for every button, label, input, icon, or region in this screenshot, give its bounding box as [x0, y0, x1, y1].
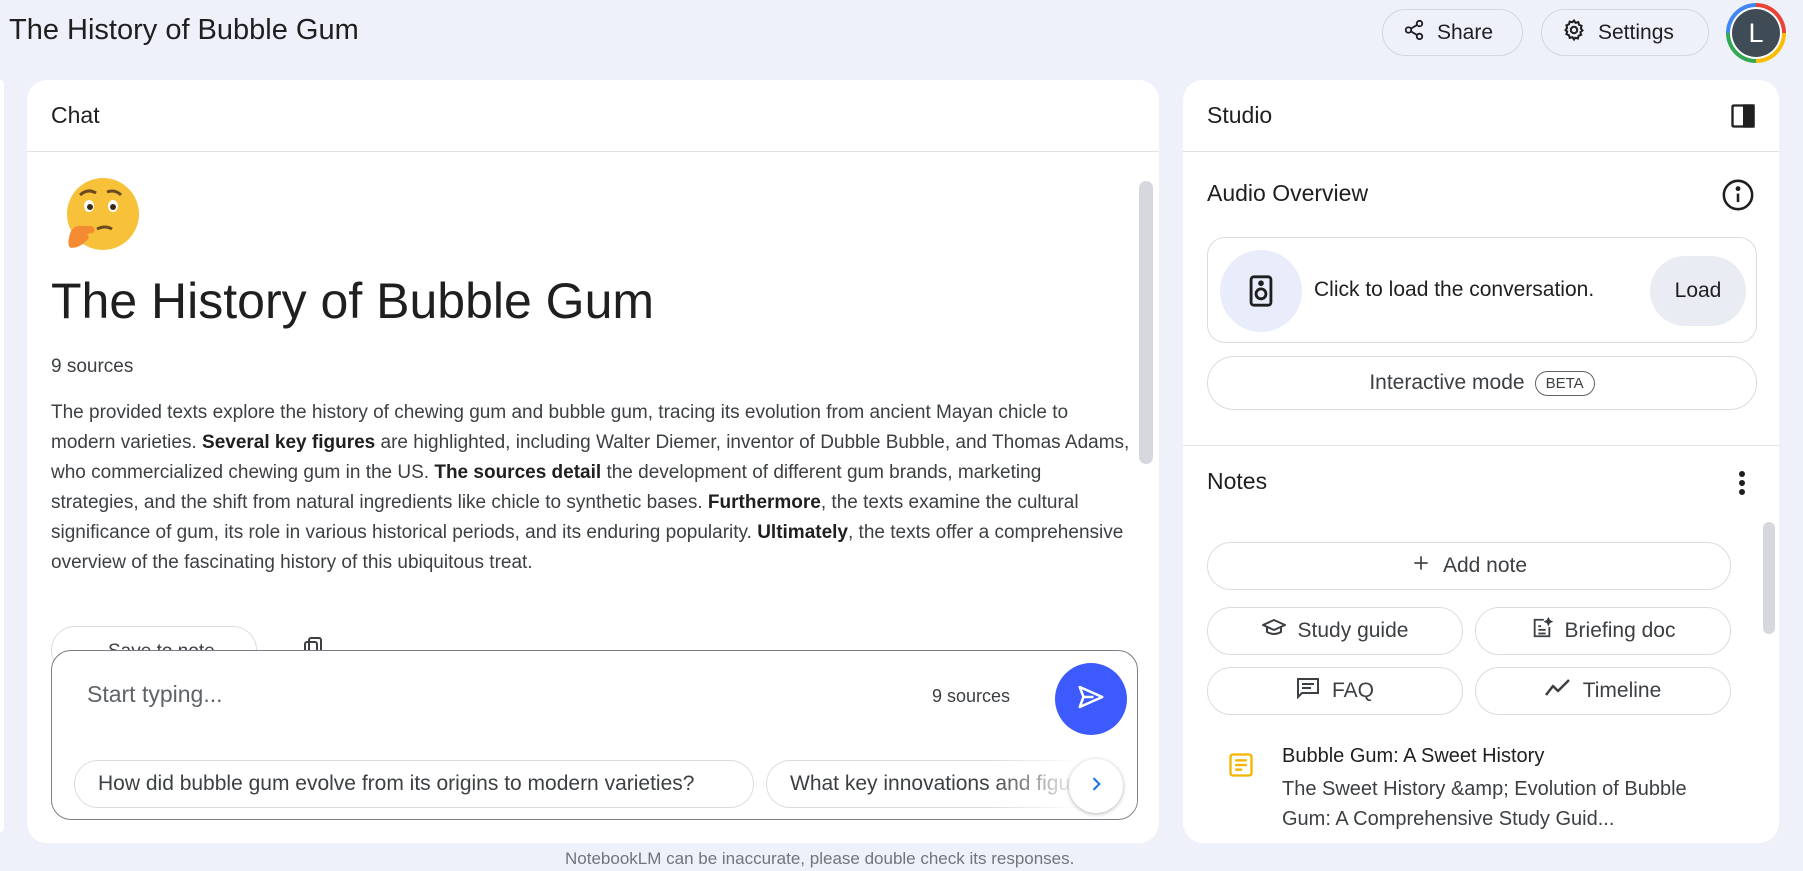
interactive-mode-label: Interactive mode — [1369, 371, 1525, 394]
more-vert-icon[interactable] — [1737, 468, 1747, 503]
faq-label: FAQ — [1331, 679, 1374, 702]
gear-icon — [1562, 18, 1586, 48]
speaker-icon — [1220, 250, 1302, 332]
notes-scrollbar[interactable] — [1763, 522, 1775, 634]
faq-button[interactable]: FAQ — [1207, 667, 1463, 715]
send-icon — [1076, 682, 1106, 717]
timeline-button[interactable]: Timeline — [1475, 667, 1731, 715]
info-icon[interactable] — [1721, 178, 1755, 217]
notes-title: Notes — [1207, 468, 1268, 494]
add-note-label: Add note — [1442, 554, 1528, 577]
note-icon — [1227, 751, 1255, 784]
trend-line-icon — [1544, 678, 1571, 704]
collapse-panel-icon[interactable] — [1729, 102, 1757, 135]
beta-badge: BETA — [1534, 370, 1595, 396]
chat-panel-title: Chat — [27, 80, 1159, 152]
input-source-count: 9 sources — [932, 686, 1011, 706]
study-guide-label: Study guide — [1297, 619, 1409, 642]
sources-panel-edge — [0, 80, 4, 832]
summary-highlight: Several key figures — [202, 432, 376, 453]
share-icon — [1403, 19, 1425, 47]
document-sparkle-icon — [1531, 616, 1553, 645]
summary-highlight: Furthermore — [707, 492, 821, 513]
chat-bubble-icon — [1296, 677, 1320, 705]
notebook-header-title: The History of Bubble Gum — [9, 14, 359, 46]
share-label: Share — [1437, 20, 1494, 44]
studio-panel-title: Studio — [1183, 80, 1779, 152]
notebook-summary: The provided texts explore the history o… — [51, 398, 1131, 578]
add-note-button[interactable]: Add note — [1207, 542, 1731, 590]
source-count: 9 sources — [51, 356, 134, 377]
share-button[interactable]: Share — [1382, 9, 1523, 56]
audio-overview-card: Click to load the conversation. Load — [1207, 237, 1757, 343]
study-guide-button[interactable]: Study guide — [1207, 607, 1463, 655]
chat-input[interactable]: Start typing... — [87, 681, 223, 708]
send-button[interactable] — [1055, 663, 1127, 735]
chat-panel: Chat The History of Bubble Gum 9 sources… — [27, 80, 1159, 843]
disclaimer: NotebookLM can be inaccurate, please dou… — [565, 849, 1075, 868]
thinking-face-icon — [61, 176, 141, 256]
audio-overview-title: Audio Overview — [1207, 180, 1369, 206]
studio-panel: Studio Audio Overview Click to load the … — [1183, 80, 1779, 843]
briefing-doc-label: Briefing doc — [1564, 619, 1676, 642]
next-suggestions-button[interactable] — [1069, 759, 1123, 813]
settings-label: Settings — [1598, 20, 1674, 44]
chat-scrollbar[interactable] — [1139, 181, 1153, 464]
briefing-doc-button[interactable]: Briefing doc — [1475, 607, 1731, 655]
avatar[interactable]: L — [1726, 3, 1786, 63]
avatar-initial: L — [1732, 9, 1780, 57]
divider — [1183, 445, 1779, 446]
interactive-mode-button[interactable]: Interactive mode BETA — [1207, 356, 1757, 410]
chat-input-box: Start typing... 9 sources How did bubble… — [51, 650, 1138, 820]
suggestion-chip[interactable]: How did bubble gum evolve from its origi… — [74, 760, 754, 808]
chevron-right-icon — [1086, 774, 1106, 799]
settings-button[interactable]: Settings — [1541, 9, 1709, 56]
load-button[interactable]: Load — [1650, 256, 1746, 326]
note-preview[interactable]: The Sweet History &amp; Evolution of Bub… — [1282, 774, 1722, 834]
notebook-title: The History of Bubble Gum — [51, 273, 655, 329]
plus-icon — [1411, 553, 1431, 579]
summary-highlight: The sources detail — [434, 462, 602, 483]
note-title[interactable]: Bubble Gum: A Sweet History — [1282, 745, 1544, 768]
timeline-label: Timeline — [1582, 679, 1662, 702]
summary-highlight: Ultimately — [757, 522, 848, 543]
graduation-cap-icon — [1261, 617, 1286, 645]
audio-load-prompt: Click to load the conversation. — [1314, 278, 1595, 301]
